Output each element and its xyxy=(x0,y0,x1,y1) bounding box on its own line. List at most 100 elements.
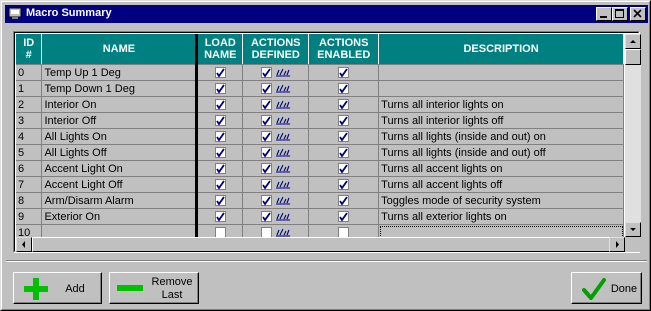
col-header-id[interactable]: ID # xyxy=(16,34,43,65)
cell-actions-defined[interactable] xyxy=(242,192,310,209)
cell-name[interactable]: Temp Up 1 Deg xyxy=(41,64,199,81)
cell-actions-enabled[interactable] xyxy=(308,64,380,81)
cell-actions-enabled[interactable] xyxy=(308,144,380,161)
cell-actions-defined[interactable] xyxy=(242,80,310,97)
add-button[interactable]: Add xyxy=(13,272,102,304)
cell-description[interactable] xyxy=(378,64,624,81)
cell-name[interactable]: Accent Light On xyxy=(41,160,199,177)
actions-edit-icon[interactable] xyxy=(275,228,291,237)
cell-actions-enabled[interactable] xyxy=(308,128,380,145)
cell-description[interactable]: Toggles mode of security system xyxy=(378,192,624,209)
load-name-checkbox[interactable] xyxy=(214,115,226,127)
cell-load-name[interactable] xyxy=(196,192,244,209)
cell-name[interactable]: All Lights On xyxy=(41,128,199,145)
load-name-checkbox[interactable] xyxy=(214,99,226,111)
vertical-scrollbar[interactable] xyxy=(625,34,641,237)
actions-defined-checkbox[interactable] xyxy=(260,131,272,143)
actions-defined-checkbox[interactable] xyxy=(260,67,272,79)
cell-load-name[interactable] xyxy=(196,128,244,145)
vertical-scroll-thumb[interactable] xyxy=(625,49,641,65)
cell-actions-defined[interactable] xyxy=(242,208,310,225)
cell-actions-enabled[interactable] xyxy=(308,160,380,177)
actions-edit-icon[interactable] xyxy=(275,84,291,93)
cell-actions-enabled[interactable] xyxy=(308,224,380,237)
cell-actions-enabled[interactable] xyxy=(308,96,380,113)
table-row[interactable]: 6 Accent Light On Turns all accent lights… xyxy=(16,160,624,177)
done-button[interactable]: Done xyxy=(571,272,642,304)
load-name-checkbox[interactable] xyxy=(214,131,226,143)
cell-description[interactable]: Turns all accent lights on xyxy=(378,160,624,177)
col-header-name[interactable]: NAME xyxy=(41,34,199,65)
actions-enabled-checkbox[interactable] xyxy=(338,163,350,175)
cell-name[interactable]: Exterior On xyxy=(41,208,199,225)
actions-enabled-checkbox[interactable] xyxy=(338,83,350,95)
cell-description[interactable]: Turns all interior lights on xyxy=(378,96,624,113)
table-row[interactable]: 7 Accent Light Off Turns all accent light… xyxy=(16,176,624,193)
cell-load-name[interactable] xyxy=(196,224,244,237)
actions-enabled-checkbox[interactable] xyxy=(338,99,350,111)
table-row[interactable]: 10 xyxy=(16,224,624,237)
close-button[interactable] xyxy=(630,7,646,21)
scroll-right-button[interactable] xyxy=(609,237,625,252)
actions-enabled-checkbox[interactable] xyxy=(338,179,350,191)
col-header-load-name[interactable]: LOAD NAME xyxy=(196,34,244,65)
cell-actions-defined[interactable] xyxy=(242,112,310,129)
actions-edit-icon[interactable] xyxy=(275,196,291,205)
actions-enabled-checkbox[interactable] xyxy=(338,131,350,143)
scroll-left-button[interactable] xyxy=(16,237,32,252)
cell-description[interactable]: Turns all interior lights off xyxy=(378,112,624,129)
load-name-checkbox[interactable] xyxy=(214,83,226,95)
actions-defined-checkbox[interactable] xyxy=(260,227,272,237)
cell-name[interactable]: Temp Down 1 Deg xyxy=(41,80,199,97)
cell-load-name[interactable] xyxy=(196,80,244,97)
cell-description[interactable]: Turns all exterior lights on xyxy=(378,208,624,225)
cell-load-name[interactable] xyxy=(196,160,244,177)
cell-description[interactable] xyxy=(378,224,624,237)
actions-defined-checkbox[interactable] xyxy=(260,163,272,175)
table-row[interactable]: 3 Interior Off Turns all interior lights … xyxy=(16,112,624,129)
cell-description[interactable]: Turns all lights (inside and out) off xyxy=(378,144,624,161)
actions-enabled-checkbox[interactable] xyxy=(338,195,350,207)
actions-enabled-checkbox[interactable] xyxy=(338,147,350,159)
cell-actions-defined[interactable] xyxy=(242,96,310,113)
horizontal-scroll-thumb[interactable] xyxy=(32,237,612,252)
table-row[interactable]: 2 Interior On Turns all interior lights o… xyxy=(16,96,624,113)
cell-actions-enabled[interactable] xyxy=(308,176,380,193)
cell-actions-enabled[interactable] xyxy=(308,80,380,97)
actions-defined-checkbox[interactable] xyxy=(260,115,272,127)
cell-actions-enabled[interactable] xyxy=(308,208,380,225)
table-row[interactable]: 4 All Lights On Turns all lights (inside … xyxy=(16,128,624,145)
remove-last-button[interactable]: Remove Last xyxy=(109,272,199,304)
cell-name[interactable] xyxy=(41,224,199,237)
col-header-actions-enabled[interactable]: ACTIONS ENABLED xyxy=(308,34,380,65)
actions-edit-icon[interactable] xyxy=(275,164,291,173)
scroll-down-button[interactable] xyxy=(625,222,641,237)
col-header-actions-defined[interactable]: ACTIONS DEFINED xyxy=(242,34,310,65)
load-name-checkbox[interactable] xyxy=(214,147,226,159)
cell-load-name[interactable] xyxy=(196,96,244,113)
cell-load-name[interactable] xyxy=(196,176,244,193)
cell-name[interactable]: Accent Light Off xyxy=(41,176,199,193)
load-name-checkbox[interactable] xyxy=(214,227,226,237)
actions-enabled-checkbox[interactable] xyxy=(338,115,350,127)
cell-name[interactable]: Interior Off xyxy=(41,112,199,129)
actions-edit-icon[interactable] xyxy=(275,212,291,221)
actions-defined-checkbox[interactable] xyxy=(260,83,272,95)
cell-actions-defined[interactable] xyxy=(242,224,310,237)
actions-enabled-checkbox[interactable] xyxy=(338,227,350,237)
minimize-button[interactable] xyxy=(596,7,612,21)
col-header-description[interactable]: DESCRIPTION xyxy=(378,34,624,65)
actions-defined-checkbox[interactable] xyxy=(260,195,272,207)
cell-load-name[interactable] xyxy=(196,208,244,225)
horizontal-scrollbar[interactable] xyxy=(16,237,625,252)
actions-edit-icon[interactable] xyxy=(275,68,291,77)
cell-actions-defined[interactable] xyxy=(242,144,310,161)
actions-enabled-checkbox[interactable] xyxy=(338,211,350,223)
cell-name[interactable]: Interior On xyxy=(41,96,199,113)
maximize-button[interactable] xyxy=(612,7,628,21)
table-row[interactable]: 5 All Lights Off Turns all lights (inside… xyxy=(16,144,624,161)
macro-grid[interactable]: ID # NAME LOAD NAME ACTIONS DEFINED ACTIONS… xyxy=(16,34,624,237)
actions-edit-icon[interactable] xyxy=(275,132,291,141)
cell-actions-enabled[interactable] xyxy=(308,112,380,129)
actions-edit-icon[interactable] xyxy=(275,100,291,109)
